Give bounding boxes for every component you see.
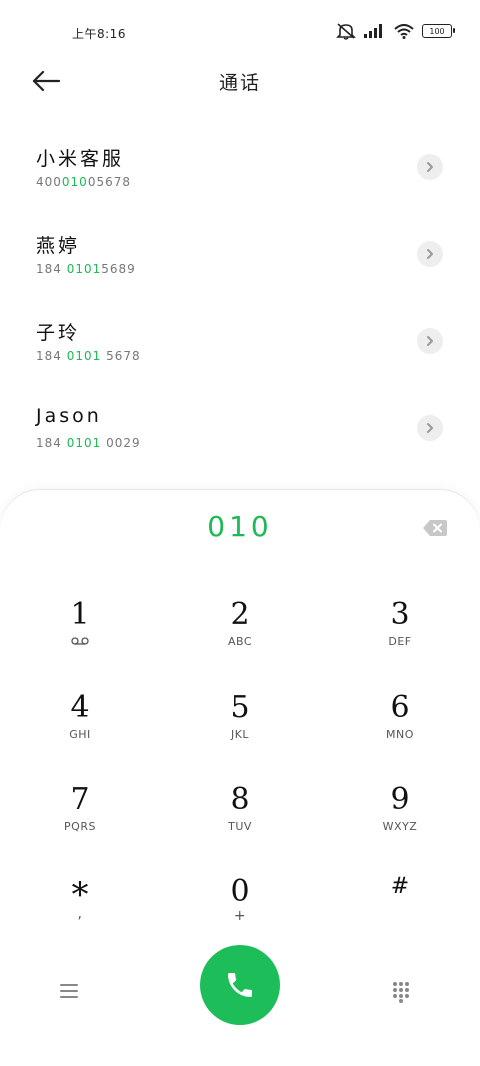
contact-name: Jason bbox=[36, 405, 102, 427]
contact-list: 小米客服 40001005678 燕婷 184 01015689 子玲 184 … bbox=[0, 128, 480, 476]
contact-row[interactable]: 子玲 184 0101 5678 bbox=[0, 302, 480, 389]
key-digit: 0 bbox=[230, 874, 250, 909]
key-letters: ABC bbox=[227, 635, 253, 648]
key-letters: MNO bbox=[386, 728, 414, 741]
key-letters: + bbox=[233, 908, 247, 924]
key-digit: # bbox=[390, 874, 410, 899]
call-button[interactable] bbox=[200, 945, 280, 1025]
contact-detail-button[interactable] bbox=[417, 328, 443, 354]
status-bar: 上午8:16 100 bbox=[0, 0, 480, 66]
page-title: 通话 bbox=[218, 72, 261, 94]
backspace-icon bbox=[423, 520, 447, 536]
contact-number: 184 01015689 bbox=[36, 262, 136, 276]
key-4[interactable]: 4 GHI bbox=[20, 691, 140, 771]
chevron-right-icon bbox=[427, 249, 433, 259]
key-letters: , bbox=[77, 905, 83, 922]
contact-number: 184 0101 5678 bbox=[36, 349, 141, 363]
key-digit: 4 bbox=[70, 690, 90, 725]
key-digit: 5 bbox=[230, 690, 250, 725]
key-letters: WXYZ bbox=[382, 820, 418, 833]
contact-number: 40001005678 bbox=[36, 175, 131, 189]
dialed-number: 010 bbox=[207, 510, 273, 543]
key-letters: JKL bbox=[230, 728, 250, 741]
menu-button[interactable] bbox=[60, 983, 88, 1003]
contact-number: 184 0101 0029 bbox=[36, 436, 141, 450]
contact-row[interactable]: 燕婷 184 01015689 bbox=[0, 215, 480, 302]
contact-name: 子玲 bbox=[36, 322, 81, 344]
key-7[interactable]: 7 PQRS bbox=[20, 783, 140, 863]
contact-name: 燕婷 bbox=[36, 235, 81, 257]
voicemail-icon bbox=[71, 635, 89, 648]
phone-icon bbox=[228, 973, 252, 997]
key-letters: DEF bbox=[388, 635, 412, 648]
contact-row[interactable]: 小米客服 40001005678 bbox=[0, 128, 480, 215]
chevron-right-icon bbox=[427, 162, 433, 172]
key-digit: 1 bbox=[70, 597, 90, 632]
chevron-right-icon bbox=[427, 423, 433, 433]
key-digit: 3 bbox=[390, 597, 410, 632]
status-icons: 100 bbox=[336, 22, 455, 40]
key-star[interactable]: * , bbox=[20, 875, 140, 955]
key-letters: PQRS bbox=[64, 820, 96, 833]
key-1[interactable]: 1 bbox=[20, 598, 140, 678]
battery-icon: 100 bbox=[422, 24, 455, 38]
dialpad-icon bbox=[393, 982, 409, 1003]
key-hash[interactable]: # bbox=[340, 874, 460, 955]
dialer-sheet: 010 1 2 ABC 3 DEF 4 GHI 5 JKL 6 MNO 7 PQ… bbox=[0, 490, 480, 1066]
key-6[interactable]: 6 MNO bbox=[340, 691, 460, 771]
key-8[interactable]: 8 TUV bbox=[180, 783, 300, 863]
key-digit: 2 bbox=[230, 597, 250, 632]
contact-name: 小米客服 bbox=[36, 148, 125, 170]
chevron-right-icon bbox=[427, 336, 433, 346]
wifi-icon bbox=[394, 23, 414, 39]
key-2[interactable]: 2 ABC bbox=[180, 598, 300, 678]
contact-row[interactable]: Jason 184 0101 0029 bbox=[0, 389, 480, 476]
contact-detail-button[interactable] bbox=[417, 415, 443, 441]
mute-icon bbox=[336, 22, 356, 40]
status-time: 上午8:16 bbox=[72, 27, 126, 41]
key-3[interactable]: 3 DEF bbox=[340, 598, 460, 678]
key-9[interactable]: 9 WXYZ bbox=[340, 783, 460, 863]
key-0[interactable]: 0 + bbox=[180, 875, 300, 955]
signal-icon bbox=[364, 24, 386, 38]
menu-icon bbox=[60, 984, 78, 998]
backspace-button[interactable] bbox=[423, 520, 447, 536]
dialer-bottom-bar bbox=[0, 945, 480, 1035]
battery-level: 100 bbox=[429, 26, 445, 36]
key-5[interactable]: 5 JKL bbox=[180, 691, 300, 771]
contact-detail-button[interactable] bbox=[417, 154, 443, 180]
contact-detail-button[interactable] bbox=[417, 241, 443, 267]
keypad-toggle-button[interactable] bbox=[392, 981, 420, 1007]
key-digit: 8 bbox=[230, 782, 250, 817]
key-letters: GHI bbox=[69, 728, 91, 741]
key-digit: 6 bbox=[390, 690, 410, 725]
header: 通话 bbox=[0, 58, 480, 104]
key-letters: TUV bbox=[228, 820, 252, 833]
key-digit: 9 bbox=[390, 782, 410, 817]
key-digit: 7 bbox=[70, 782, 90, 817]
